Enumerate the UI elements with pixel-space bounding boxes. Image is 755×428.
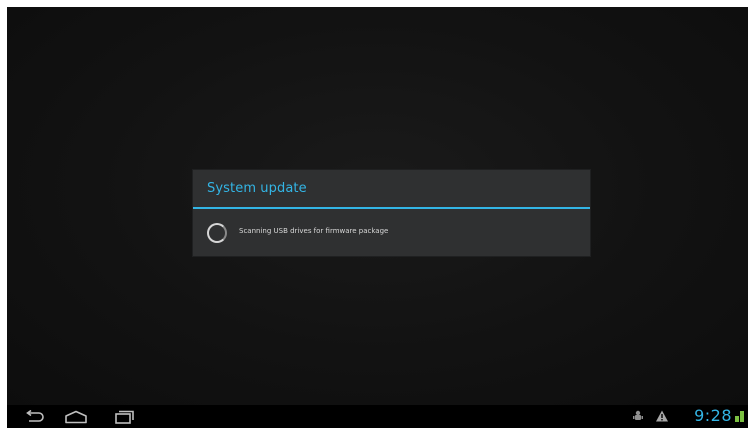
back-icon <box>26 409 44 422</box>
usb-debugging-icon[interactable] <box>631 409 645 423</box>
dialog-title: System update <box>207 181 307 196</box>
back-button[interactable] <box>21 407 49 426</box>
status-clock[interactable]: 9:28 <box>694 406 732 425</box>
warning-icon[interactable] <box>655 409 669 423</box>
screen-background: System update Scanning USB drives for fi… <box>7 7 748 405</box>
home-button[interactable] <box>62 407 90 426</box>
home-icon <box>65 410 87 423</box>
recent-apps-icon <box>115 410 134 424</box>
system-navigation-bar: 9:28 <box>7 405 748 428</box>
recent-apps-button[interactable] <box>110 407 138 426</box>
dialog-title-divider <box>193 207 590 209</box>
progress-spinner-icon <box>207 223 227 243</box>
signal-icon[interactable] <box>735 409 745 423</box>
dialog-message: Scanning USB drives for firmware package <box>239 227 389 235</box>
system-update-dialog: System update Scanning USB drives for fi… <box>193 170 590 256</box>
